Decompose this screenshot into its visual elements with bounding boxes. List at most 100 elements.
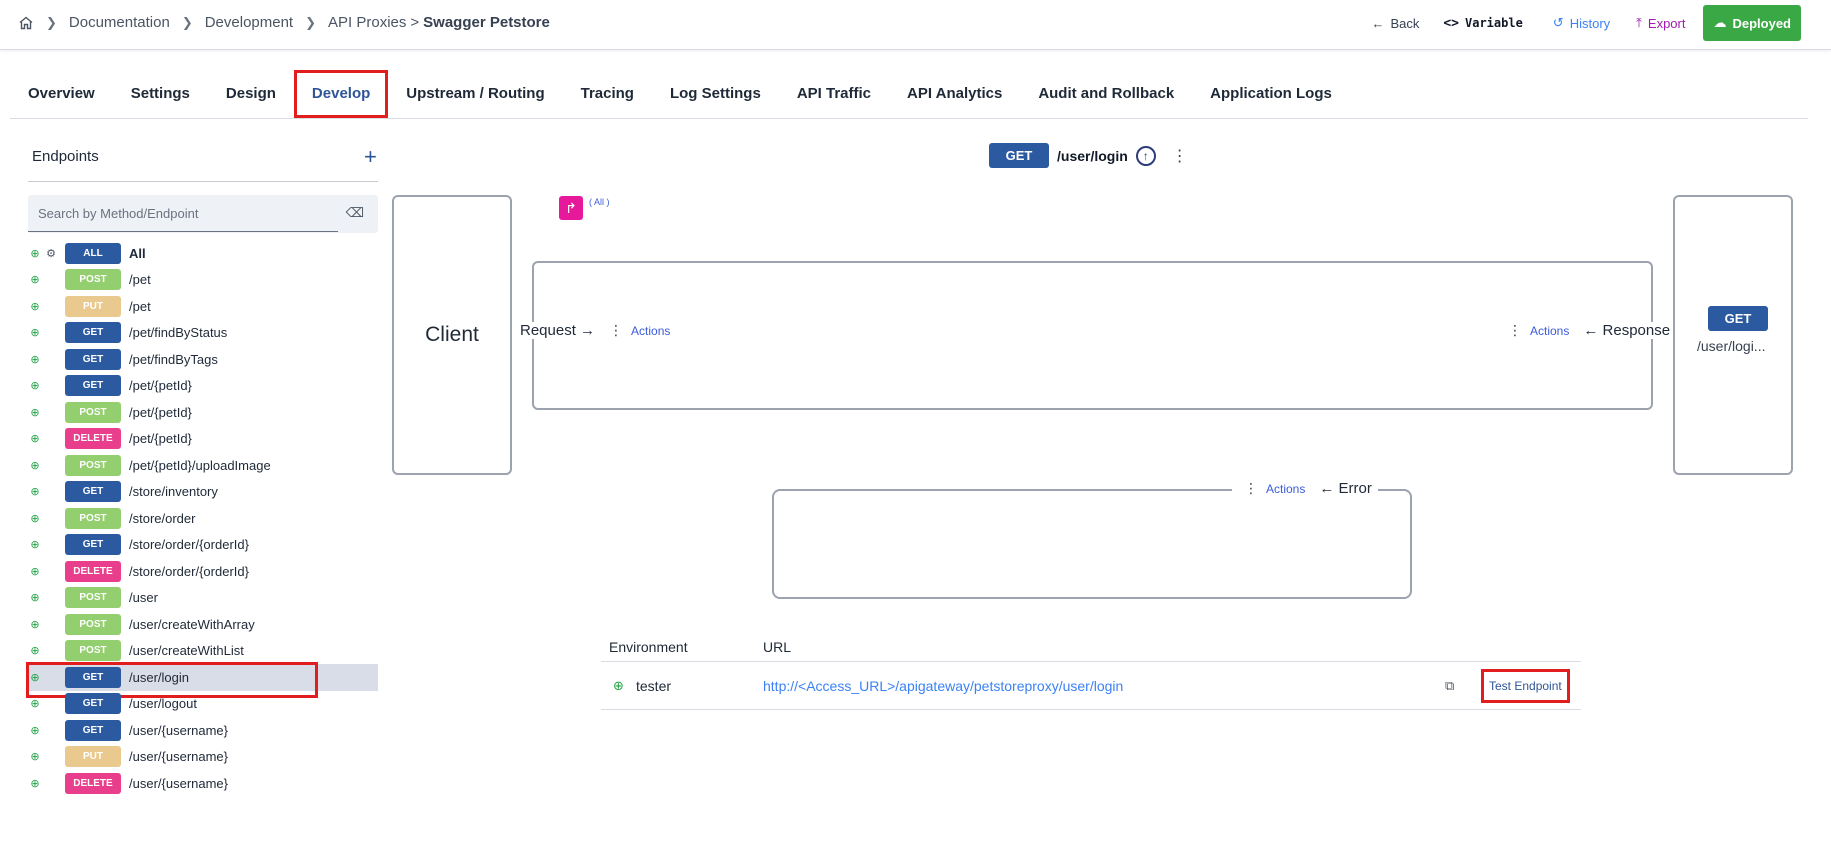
endpoint-item[interactable]: ⊕ GET/user/logout: [28, 691, 378, 718]
endpoint-item[interactable]: ⊕ DELETE/pet/{petId}: [28, 426, 378, 453]
endpoint-path: /user/logout: [129, 696, 197, 712]
tab-audit-and-rollback[interactable]: Audit and Rollback: [1020, 70, 1192, 118]
endpoint-item[interactable]: ⊕ ⚙ ALL All: [28, 240, 378, 267]
method-badge: POST: [65, 613, 121, 635]
more-vertical-icon[interactable]: ⋮: [609, 322, 623, 339]
tab-api-analytics[interactable]: API Analytics: [889, 70, 1020, 118]
endpoint-item[interactable]: ⊕ GET/store/order/{orderId}: [28, 532, 378, 559]
back-button[interactable]: ← Back: [1371, 16, 1419, 31]
code-icon: <>: [1443, 15, 1459, 31]
endpoint-item[interactable]: ⊕ DELETE/store/order/{orderId}: [28, 558, 378, 585]
deployed-button[interactable]: ☁ Deployed: [1703, 5, 1801, 41]
endpoint-item[interactable]: ⊕ PUT/pet: [28, 293, 378, 320]
endpoint-path: /store/order: [129, 510, 196, 526]
endpoint-list: ⊕ ⚙ ALL All ⊕ POST/pet ⊕ PUT/pet ⊕ GET/pet/findBy…: [26, 240, 378, 797]
deployed-status-icon: ⊕: [30, 645, 40, 658]
endpoint-path: /user/{username}: [129, 749, 229, 765]
tab-log-settings[interactable]: Log Settings: [652, 70, 779, 118]
deployed-status-icon: ⊕: [30, 618, 40, 631]
method-badge: DELETE: [65, 428, 121, 450]
method-badge: POST: [65, 269, 121, 291]
endpoint-item[interactable]: ⊕ POST/pet: [28, 267, 378, 294]
breadcrumb-current: Swagger Petstore: [423, 14, 550, 31]
method-badge: POST: [65, 507, 121, 529]
endpoint-item[interactable]: ⊕ POST/pet/{petId}/uploadImage: [28, 452, 378, 479]
endpoint-item[interactable]: ⊕ GET/user/{username}: [28, 717, 378, 744]
endpoint-path: /store/order/{orderId}: [129, 537, 249, 553]
deployed-status-icon: ⊕: [30, 724, 40, 737]
tab-design[interactable]: Design: [208, 70, 294, 118]
tab-upstream-routing[interactable]: Upstream / Routing: [388, 70, 562, 118]
breadcrumb-item[interactable]: Development: [205, 14, 293, 31]
endpoint-url-link[interactable]: http://<Access_URL>/apigateway/petstorep…: [763, 678, 1445, 694]
endpoint-path: /pet/findByTags: [129, 351, 218, 367]
tab-api-traffic[interactable]: API Traffic: [779, 70, 889, 118]
redirect-icon[interactable]: ↱: [559, 196, 583, 220]
method-badge: POST: [65, 587, 121, 609]
export-button[interactable]: ⤒ Export: [1636, 15, 1685, 31]
endpoint-item[interactable]: ⊕ POST/user/createWithArray: [28, 611, 378, 638]
endpoint-item[interactable]: ⊕ PUT/user/{username}: [28, 744, 378, 771]
endpoint-item[interactable]: ⊕ POST/pet/{petId}: [28, 399, 378, 426]
error-actions-link[interactable]: Actions: [1266, 482, 1305, 496]
client-box: Client: [392, 195, 512, 475]
endpoint-item[interactable]: ⊕ GET/store/inventory: [28, 479, 378, 506]
tab-application-logs[interactable]: Application Logs: [1192, 70, 1350, 118]
more-vertical-icon[interactable]: ⋮: [1244, 480, 1258, 497]
breadcrumb-item[interactable]: Documentation: [69, 14, 170, 31]
endpoint-item[interactable]: ⊕ POST/user/createWithList: [28, 638, 378, 665]
method-badge: GET: [65, 481, 121, 503]
breadcrumb-item[interactable]: API Proxies: [328, 14, 406, 31]
search-input[interactable]: [28, 195, 338, 232]
add-endpoint-button[interactable]: +: [364, 144, 377, 170]
tab-tracing[interactable]: Tracing: [563, 70, 652, 118]
method-badge: POST: [65, 454, 121, 476]
column-header: Environment: [609, 638, 688, 655]
endpoints-title: Endpoints: [32, 148, 99, 165]
back-label: Back: [1390, 15, 1420, 31]
response-label: ← Response: [1583, 322, 1671, 339]
endpoint-item[interactable]: ⊕ GET/pet/findByTags: [28, 346, 378, 373]
deployed-status-icon: ⊕: [30, 698, 40, 711]
response-actions-link[interactable]: Actions: [1530, 324, 1569, 338]
endpoint-path: /user/login: [1057, 147, 1128, 164]
deployed-status-icon: ⊕: [30, 565, 40, 578]
backend-box: GET /user/logi...: [1673, 195, 1793, 475]
tab-settings[interactable]: Settings: [113, 70, 208, 118]
table-row: ⊕ tester http://<Access_URL>/apigateway/…: [601, 662, 1581, 710]
deployed-status-icon: ⊕: [30, 751, 40, 764]
arrow-up-circle-icon[interactable]: ↑: [1135, 145, 1156, 166]
endpoint-item[interactable]: ⊕ GET/pet/{petId}: [28, 373, 378, 400]
endpoint-path: /pet/{petId}: [129, 431, 192, 447]
variable-label: Variable: [1465, 16, 1523, 30]
endpoint-item[interactable]: ⊕ DELETE/user/{username}: [28, 770, 378, 797]
request-actions-link[interactable]: Actions: [631, 324, 670, 338]
cloud-upload-icon: ☁: [1713, 15, 1727, 30]
endpoint-item[interactable]: ⊕ GET/user/login: [26, 662, 378, 698]
variable-button[interactable]: <> Variable: [1443, 16, 1522, 31]
test-endpoint-button[interactable]: Test Endpoint: [1481, 668, 1570, 703]
method-badge: GET: [65, 322, 121, 344]
endpoint-item[interactable]: ⊕ POST/user: [28, 585, 378, 612]
home-icon[interactable]: [18, 15, 34, 31]
more-vertical-icon[interactable]: ⋮: [1172, 146, 1188, 166]
gear-icon[interactable]: ⚙: [42, 247, 60, 260]
endpoint-search: ⌫: [28, 195, 378, 233]
history-button[interactable]: ↺ History: [1553, 15, 1610, 31]
chevron-right-icon: ❯: [46, 14, 57, 30]
tab-bar: Overview Settings Design Develop Upstream / …: [10, 70, 1808, 119]
eraser-icon[interactable]: ⌫: [346, 205, 364, 221]
deployed-status-icon: ⊕: [30, 327, 40, 340]
method-badge: DELETE: [65, 560, 121, 582]
tab-overview[interactable]: Overview: [10, 70, 113, 118]
method-badge: GET: [65, 375, 121, 397]
endpoint-item[interactable]: ⊕ GET/pet/findByStatus: [28, 320, 378, 347]
export-label: Export: [1647, 15, 1686, 31]
endpoint-item[interactable]: ⊕ POST/store/order: [28, 505, 378, 532]
request-section: Request → ⋮ Actions: [512, 322, 677, 339]
deployed-status-icon: ⊕: [30, 353, 40, 366]
copy-icon[interactable]: ⧉: [1445, 678, 1481, 694]
error-section: ⋮ Actions ← Error: [1232, 480, 1378, 497]
more-vertical-icon[interactable]: ⋮: [1508, 322, 1522, 339]
tab-develop[interactable]: Develop: [293, 70, 389, 118]
